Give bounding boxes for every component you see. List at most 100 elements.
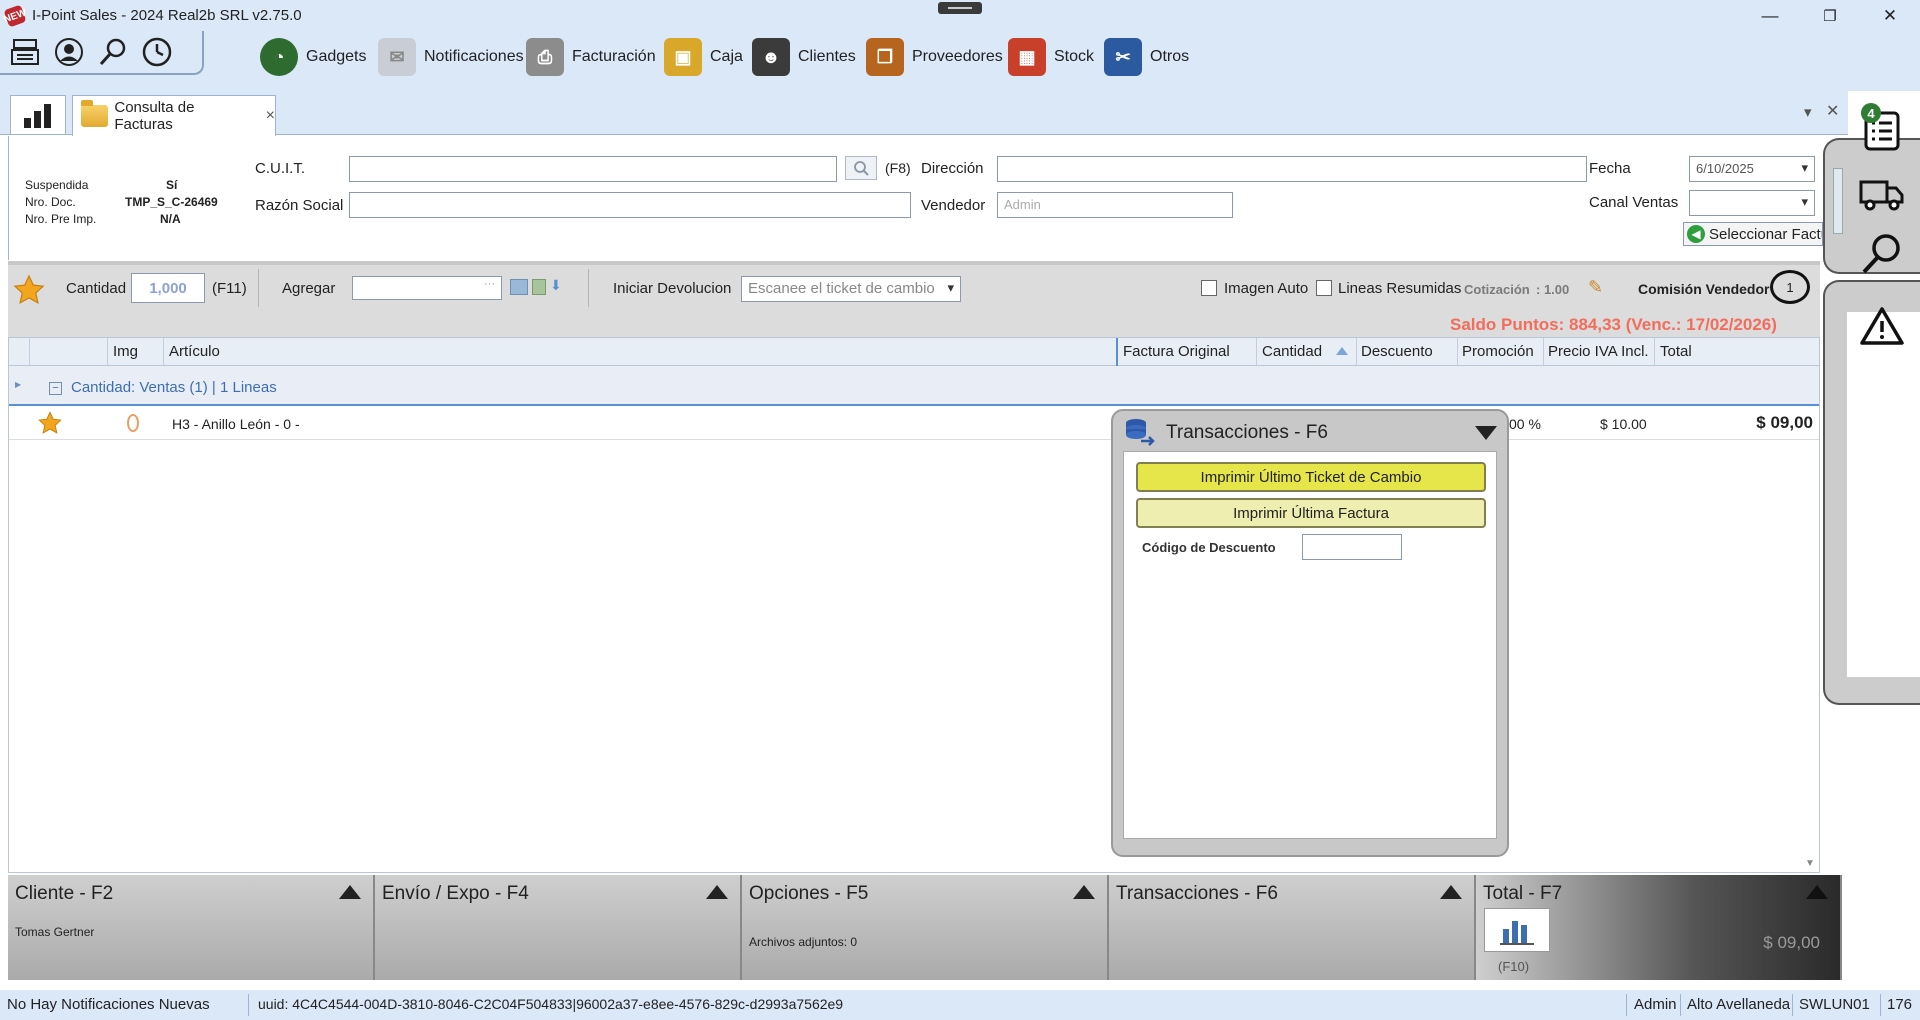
envio-panel[interactable]: Envío / Expo - F4	[375, 875, 742, 980]
imprimir-ultima-factura-button[interactable]: Imprimir Última Factura	[1136, 498, 1486, 528]
arrow-left-icon: ◀	[1687, 225, 1705, 243]
expand-up-icon[interactable]	[706, 885, 728, 899]
imprimir-ticket-cambio-button[interactable]: Imprimir Último Ticket de Cambio	[1136, 462, 1486, 492]
menu-gadgets[interactable]: ◔ Gadgets	[260, 35, 366, 79]
status-user: Admin	[1634, 996, 1677, 1013]
cuit-input[interactable]	[349, 156, 837, 182]
cash-register-icon[interactable]	[6, 33, 44, 71]
clock-icon[interactable]	[138, 33, 176, 71]
drag-handle[interactable]	[938, 2, 982, 14]
invoice-lines-grid: Img Artículo Factura Original Cantidad D…	[8, 337, 1820, 873]
saldo-puntos: Saldo Puntos: 884,33 (Venc.: 17/02/2026)	[1450, 315, 1777, 334]
restore-button[interactable]: ❐	[1800, 0, 1860, 31]
col-articulo[interactable]: Artículo	[169, 343, 220, 360]
table-row[interactable]: H3 - Anillo León - 0 - 00 % $ 10.00 $ 09…	[9, 408, 1819, 440]
cantidad-label: Cantidad	[66, 280, 127, 297]
close-button[interactable]: ✕	[1860, 0, 1920, 31]
col-total[interactable]: Total	[1660, 343, 1692, 360]
fecha-picker[interactable]: 6/10/2025	[1689, 156, 1815, 182]
menu-otros[interactable]: ✂ Otros	[1104, 35, 1189, 79]
minimize-button[interactable]: —	[1740, 0, 1800, 31]
col-promocion[interactable]: Promoción	[1462, 343, 1534, 360]
direccion-input[interactable]	[997, 156, 1587, 182]
total-chart-button[interactable]	[1484, 908, 1550, 952]
codigo-descuento-label: Código de Descuento	[1142, 540, 1276, 555]
scroll-down-icon[interactable]: ▼	[1805, 858, 1815, 869]
row-total: $ 09,00	[1756, 413, 1813, 432]
col-cantidad[interactable]: Cantidad	[1262, 343, 1322, 360]
tab-close-icon[interactable]: ×	[266, 107, 275, 125]
warning-icon[interactable]	[1854, 298, 1910, 354]
menu-facturacion[interactable]: ⎙ Facturación	[526, 35, 656, 79]
tab-consulta-facturas[interactable]: Consulta de Facturas ×	[72, 95, 276, 136]
vendedor-input[interactable]: Admin	[997, 192, 1233, 218]
grid-add-icon[interactable]	[510, 279, 528, 295]
menu-clientes[interactable]: ☻ Clientes	[752, 35, 856, 79]
favorite-star-icon[interactable]	[37, 410, 63, 439]
popup-collapse-icon[interactable]	[1475, 426, 1497, 440]
pencil-icon[interactable]: ✎	[1588, 277, 1603, 298]
col-precio-iva[interactable]: Precio IVA Incl.	[1548, 343, 1649, 360]
menu-notificaciones[interactable]: ✉ Notificaciones	[378, 35, 524, 79]
total-panel[interactable]: Total - F7 (F10) $ 09,00	[1476, 875, 1842, 980]
opciones-panel[interactable]: Opciones - F5 Archivos adjuntos: 0	[742, 875, 1109, 980]
cliente-name: Tomas Gertner	[15, 925, 95, 939]
search-icon[interactable]	[1854, 226, 1910, 282]
agregar-ellipsis-icon[interactable]: ···	[484, 278, 495, 290]
menu-stock[interactable]: ▦ Stock	[1008, 35, 1094, 79]
expand-up-icon[interactable]	[339, 885, 361, 899]
safe-icon: ▣	[664, 38, 702, 76]
app-logo-icon: NEW	[2, 3, 28, 28]
bottom-panels: Cliente - F2 Tomas Gertner Envío / Expo …	[8, 875, 1842, 980]
window-title: I-Point Sales - 2024 Real2b SRL v2.75.0	[32, 7, 302, 24]
expand-up-icon[interactable]	[1440, 885, 1462, 899]
col-factura-original[interactable]: Factura Original	[1123, 343, 1230, 360]
cuit-label: C.U.I.T.	[255, 160, 306, 177]
expand-up-icon[interactable]	[1806, 885, 1828, 899]
title-bar: NEW I-Point Sales - 2024 Real2b SRL v2.7…	[0, 0, 1920, 31]
group-band: ▶ − Cantidad: Ventas (1) | 1 Lineas	[9, 366, 1819, 406]
list-add-icon[interactable]	[532, 279, 546, 295]
opciones-panel-title: Opciones - F5	[749, 883, 869, 904]
cuit-shortcut: (F8)	[885, 160, 911, 176]
coins-icon	[1123, 417, 1155, 451]
codigo-descuento-input[interactable]	[1302, 534, 1402, 560]
transacciones-popup: Transacciones - F6 Imprimir Último Ticke…	[1111, 409, 1509, 857]
status-notificaciones[interactable]: No Hay Notificaciones Nuevas	[7, 996, 210, 1013]
cantidad-input[interactable]: 1,000	[131, 273, 205, 303]
lineas-resumidas-checkbox[interactable]	[1316, 280, 1332, 296]
tab-list-dropdown-icon[interactable]: ▾	[1804, 103, 1812, 121]
download-arrow-icon[interactable]: ⬇	[550, 277, 562, 294]
tab-dashboard[interactable]	[10, 95, 66, 135]
favorite-star-icon[interactable]	[12, 273, 46, 311]
ticket-cambio-select[interactable]: Escanee el ticket de cambio	[741, 276, 961, 302]
menu-proveedores[interactable]: ❒ Proveedores	[866, 35, 1003, 79]
agregar-input[interactable]	[352, 276, 502, 300]
cuit-search-button[interactable]	[845, 156, 877, 180]
col-descuento[interactable]: Descuento	[1361, 343, 1433, 360]
quick-access-bar	[0, 31, 204, 75]
envelope-icon: ✉	[378, 38, 416, 76]
cantidad-shortcut: (F11)	[212, 280, 247, 297]
search-icon	[854, 161, 869, 176]
comision-vendedor-value[interactable]: 1	[1770, 270, 1810, 304]
row-articulo: H3 - Anillo León - 0 -	[172, 416, 300, 432]
truck-icon[interactable]	[1854, 166, 1910, 222]
popup-title: Transacciones - F6	[1166, 422, 1328, 443]
status-branch: Alto Avellaneda	[1687, 996, 1791, 1013]
row-promocion: 00 %	[1509, 416, 1541, 432]
canal-ventas-select[interactable]	[1689, 190, 1815, 216]
status-number: 176	[1887, 996, 1913, 1013]
razon-social-input[interactable]	[349, 192, 911, 218]
col-img[interactable]: Img	[113, 343, 138, 360]
seleccionar-factura-button[interactable]: ◀ Seleccionar Factu	[1683, 222, 1823, 246]
imagen-auto-checkbox[interactable]	[1201, 280, 1217, 296]
user-icon[interactable]	[50, 33, 88, 71]
menu-caja[interactable]: ▣ Caja	[664, 35, 743, 79]
transacciones-panel[interactable]: Transacciones - F6	[1109, 875, 1476, 980]
expand-up-icon[interactable]	[1073, 885, 1095, 899]
cliente-panel[interactable]: Cliente - F2 Tomas Gertner	[8, 875, 375, 980]
agregar-label: Agregar	[282, 280, 336, 297]
search-icon[interactable]	[94, 33, 132, 71]
group-collapse-icon[interactable]: −	[49, 382, 62, 395]
